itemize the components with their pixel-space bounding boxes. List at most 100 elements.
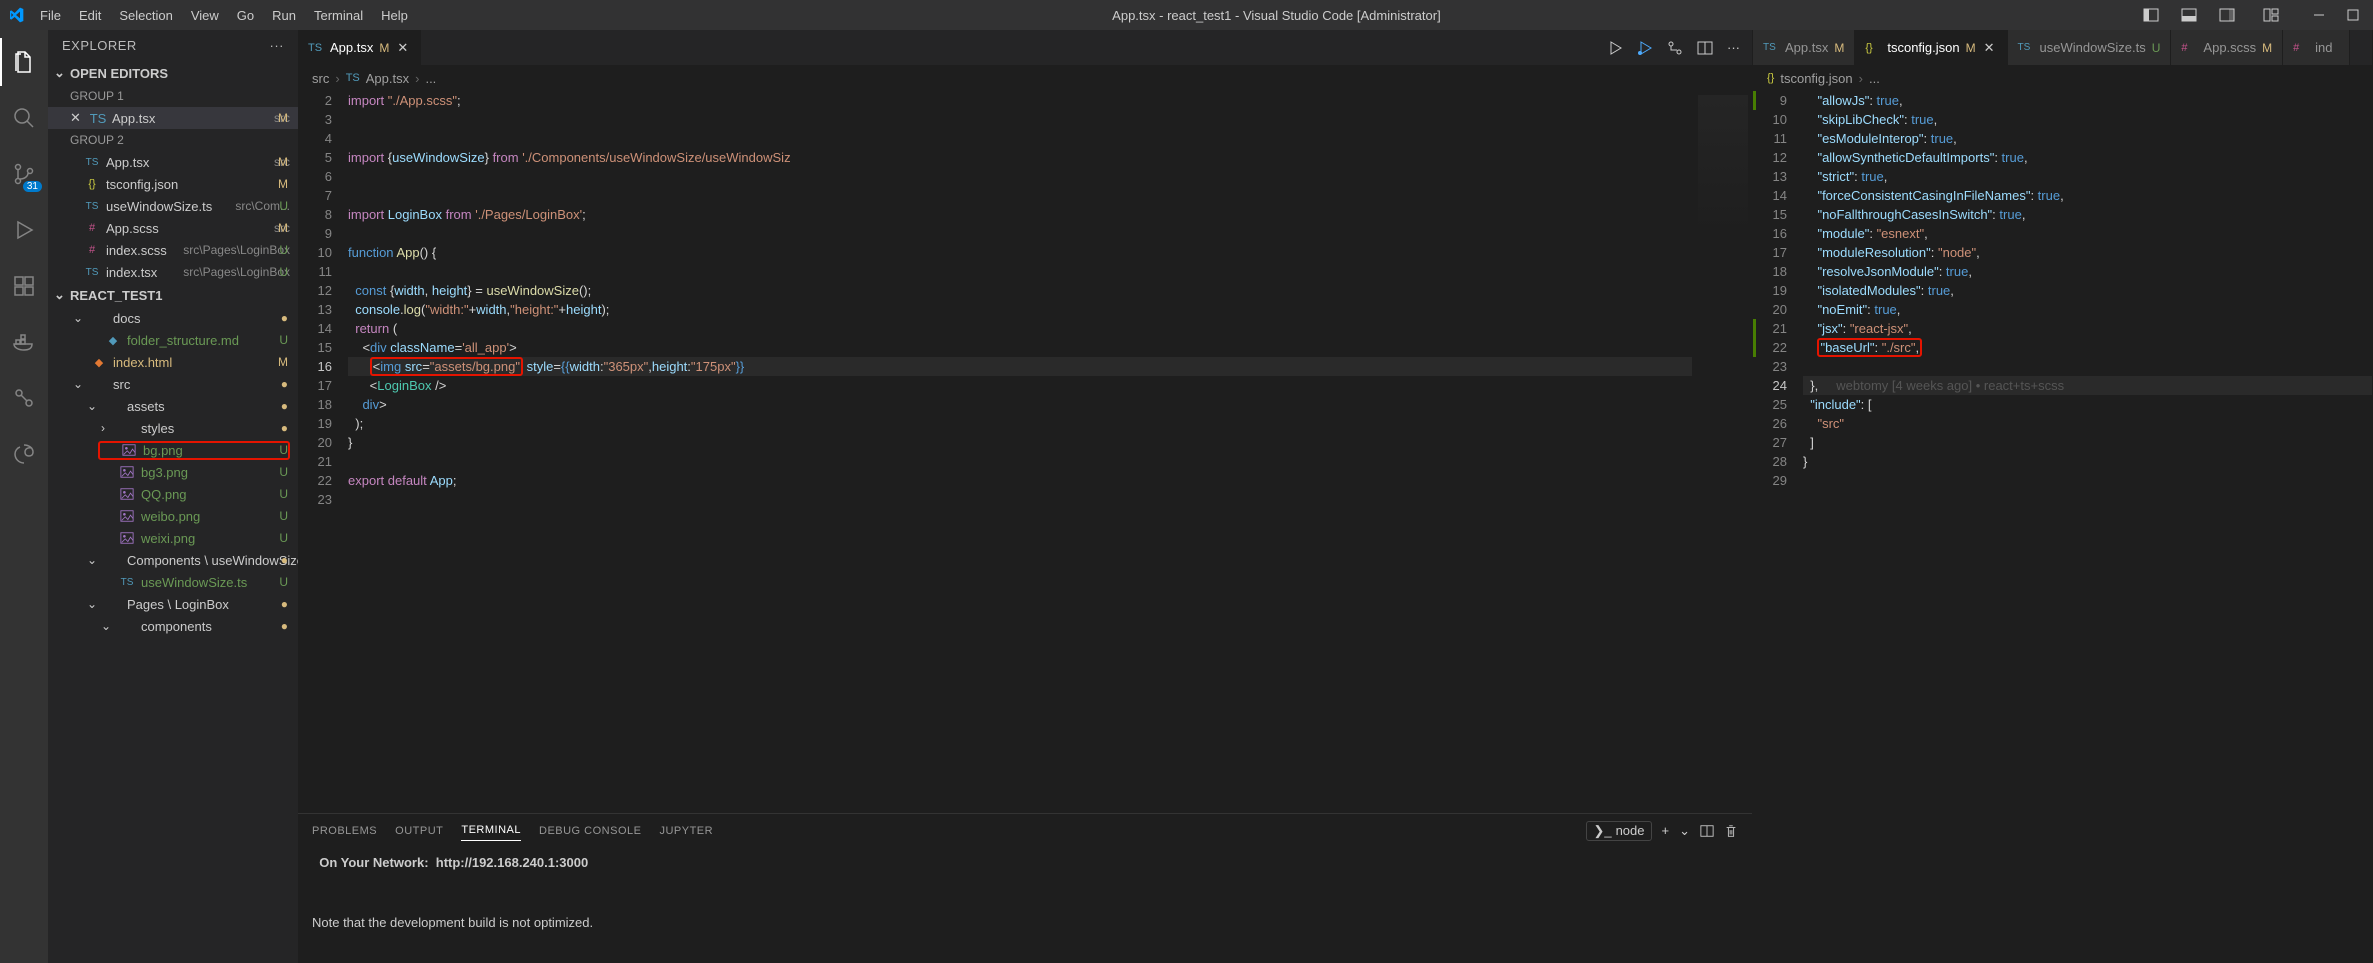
tab-item[interactable]: TS useWindowSize.ts U [2008,30,2172,65]
group-1-header[interactable]: GROUP 1 [48,85,298,107]
panel-tab-terminal[interactable]: TERMINAL [461,820,521,841]
tree-item[interactable]: ⌄ Components \ useWindowSize ● [48,549,298,571]
split-editor-icon[interactable] [1695,38,1715,58]
terminal-launch-profile[interactable]: ❯_ node [1586,821,1651,841]
debug-run-icon[interactable] [1635,38,1655,58]
menu-help[interactable]: Help [373,4,416,27]
minimize-icon[interactable] [2307,5,2331,25]
editor-body-1[interactable]: 234567891011121314151617181920212223 imp… [298,91,1752,813]
menu-terminal[interactable]: Terminal [306,4,371,27]
tree-item[interactable]: QQ.png U [48,483,298,505]
menu-view[interactable]: View [183,4,227,27]
ts-file-icon: TS [346,72,360,84]
tree-item[interactable]: ◆ folder_structure.md U [48,329,298,351]
open-editor-item[interactable]: # App.scss src M [48,217,298,239]
json-file-icon: {} [84,178,100,190]
close-tab-icon[interactable]: ✕ [395,40,410,56]
open-editor-item[interactable]: TS useWindowSize.ts src\Com... U [48,195,298,217]
sidebar-more-icon[interactable]: ··· [270,38,285,53]
tree-item[interactable]: ⌄ src ● [48,373,298,395]
tree-item[interactable]: ⌄ assets ● [48,395,298,417]
tree-item[interactable]: ⌄ Pages \ LoginBox ● [48,593,298,615]
ts-file-icon: TS [308,42,324,54]
activity-remote[interactable] [0,374,48,422]
activity-bar: 31 [0,30,48,963]
tab-app-tsx[interactable]: TS App.tsx M ✕ [298,30,421,65]
activity-extensions[interactable] [0,262,48,310]
split-terminal-icon[interactable] [1700,824,1714,838]
git-status: U [279,443,288,457]
image-file-icon [119,465,135,479]
scm-badge: 31 [23,181,42,192]
tree-item[interactable]: ⌄ components ● [48,615,298,637]
project-section[interactable]: ⌄ REACT_TEST1 [48,283,298,307]
activity-edge[interactable] [0,430,48,478]
open-editor-item[interactable]: # index.scss src\Pages\LoginBox U [48,239,298,261]
tab-item[interactable]: # ind [2283,30,2349,65]
scss-file-icon: # [84,222,100,234]
menu-go[interactable]: Go [229,4,262,27]
terminal-dropdown-icon[interactable]: ⌄ [1679,823,1690,839]
ts-file-icon: TS [90,111,106,126]
close-icon[interactable]: ✕ [70,110,84,126]
tab-item[interactable]: # App.scss M [2171,30,2283,65]
close-tab-icon[interactable]: ✕ [1982,40,1997,56]
tabs-group-2: TS App.tsx M {} tsconfig.json M ✕ TS use… [1753,30,2372,65]
activity-source-control[interactable]: 31 [0,150,48,198]
tab-item[interactable]: TS App.tsx M [1753,30,1855,65]
breadcrumb-2[interactable]: {} tsconfig.json› ... [1753,65,2372,91]
group-2-header[interactable]: GROUP 2 [48,129,298,151]
chevron-down-icon: ⌄ [54,287,66,303]
tree-item[interactable]: weibo.png U [48,505,298,527]
terminal-content[interactable]: On Your Network: http://192.168.240.1:30… [298,847,1752,963]
tab-item[interactable]: {} tsconfig.json M ✕ [1855,30,2007,65]
panel-tab-output[interactable]: OUTPUT [395,821,443,841]
panel-tab-problems[interactable]: PROBLEMS [312,821,377,841]
new-terminal-icon[interactable]: + [1662,823,1670,838]
git-status: U [279,333,288,347]
tree-item[interactable]: › styles ● [48,417,298,439]
menu-edit[interactable]: Edit [71,4,109,27]
git-status: ● [281,597,288,611]
activity-run-debug[interactable] [0,206,48,254]
compare-changes-icon[interactable] [1665,38,1685,58]
more-actions-icon[interactable]: ··· [1725,38,1742,57]
open-editors-section[interactable]: ⌄ OPEN EDITORS [48,61,298,85]
editor-body-2[interactable]: 9101112131415161718192021222324252627282… [1753,91,2372,963]
git-status: ● [281,619,288,633]
panel-tab-jupyter[interactable]: JUPYTER [659,821,713,841]
tree-item[interactable]: ⌄ docs ● [48,307,298,329]
open-editor-item[interactable]: ✕ TS App.tsx src M [48,107,298,129]
git-status: M [278,221,288,235]
activity-docker[interactable] [0,318,48,366]
tree-item[interactable]: ◆ index.html M [48,351,298,373]
html-file-icon: ◆ [91,356,107,369]
menu-run[interactable]: Run [264,4,304,27]
breadcrumb[interactable]: src› TS App.tsx› ... [298,65,1752,91]
git-status: M [278,355,288,369]
layout-customize-icon[interactable] [2257,3,2285,27]
menu-file[interactable]: File [32,4,69,27]
run-icon[interactable] [1605,38,1625,58]
layout-panel-right-icon[interactable] [2213,3,2241,27]
kill-terminal-icon[interactable] [1724,824,1738,838]
open-editor-item[interactable]: {} tsconfig.json M [48,173,298,195]
tree-item[interactable]: TS useWindowSize.ts U [48,571,298,593]
tree-item[interactable]: bg3.png U [48,461,298,483]
open-editor-item[interactable]: TS index.tsx src\Pages\LoginBox U [48,261,298,283]
panel-tab-debug-console[interactable]: DEBUG CONSOLE [539,821,641,841]
minimap[interactable] [1692,91,1752,813]
chevron-down-icon: ⌄ [54,65,66,81]
tree-item[interactable]: weixi.png U [48,527,298,549]
activity-search[interactable] [0,94,48,142]
git-status: ● [281,311,288,325]
activity-explorer[interactable] [0,38,48,86]
layout-panel-left-icon[interactable] [2137,3,2165,27]
menu-selection[interactable]: Selection [111,4,180,27]
ts-file-icon: TS [84,267,100,278]
chevron-icon: ⌄ [73,377,85,391]
tree-item[interactable]: bg.png U [48,439,298,461]
maximize-icon[interactable] [2341,5,2365,25]
open-editor-item[interactable]: TS App.tsx src M [48,151,298,173]
layout-panel-bottom-icon[interactable] [2175,3,2203,27]
